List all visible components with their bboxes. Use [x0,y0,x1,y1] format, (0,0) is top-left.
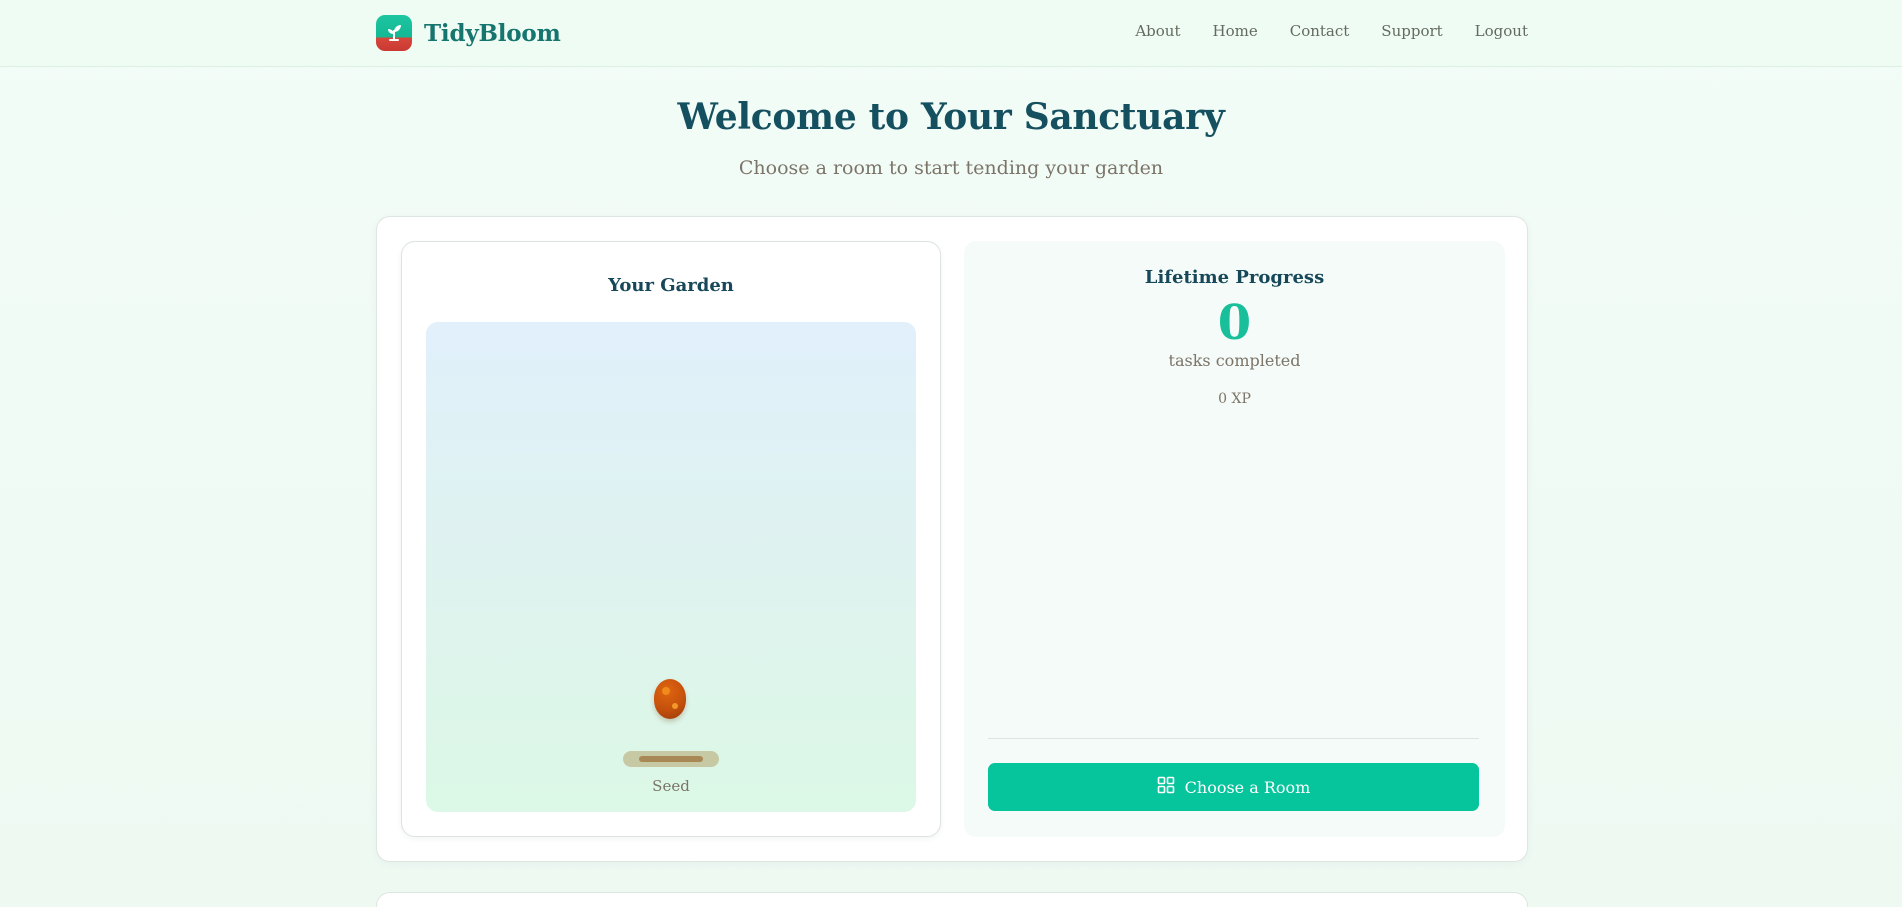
garden-card: Your Garden Seed [401,241,941,837]
soil-groove [639,756,703,762]
progress-title: Lifetime Progress [1144,267,1325,288]
page-subtitle: Choose a room to start tending your gard… [738,157,1164,179]
seed-spot [662,687,670,695]
nav-contact[interactable]: Contact [1290,22,1350,40]
main-nav: About Home Contact Support Logout [1135,22,1528,40]
secondary-card [376,892,1528,907]
top-header: TidyBloom About Home Contact Support Log… [0,0,1902,67]
choose-room-button[interactable]: Choose a Room [988,763,1479,811]
garden-scene: Seed [426,322,916,812]
dashboard-card: Your Garden Seed Lifetime Progress 0 tas… [376,216,1528,862]
tasks-caption: tasks completed [1168,351,1301,370]
divider [988,738,1479,739]
app-name: TidyBloom [424,19,561,47]
nav-logout[interactable]: Logout [1475,22,1528,40]
choose-room-label: Choose a Room [1184,777,1311,797]
seed-spot [672,703,678,709]
nav-home[interactable]: Home [1213,22,1258,40]
tasks-count: 0 [1217,295,1252,351]
logo-link[interactable]: TidyBloom [376,15,561,51]
seed-graphic [654,679,686,719]
nav-support[interactable]: Support [1381,22,1442,40]
xp-value: 0 XP [1218,391,1251,407]
page-title: Welcome to Your Sanctuary [677,96,1225,138]
garden-title: Your Garden [608,275,734,296]
progress-panel: Lifetime Progress 0 tasks completed 0 XP… [964,241,1505,837]
soil-patch [623,751,719,767]
grid-icon [1157,776,1175,798]
sprout-icon [376,15,412,51]
nav-about[interactable]: About [1135,22,1180,40]
growth-stage-label: Seed [652,777,690,795]
